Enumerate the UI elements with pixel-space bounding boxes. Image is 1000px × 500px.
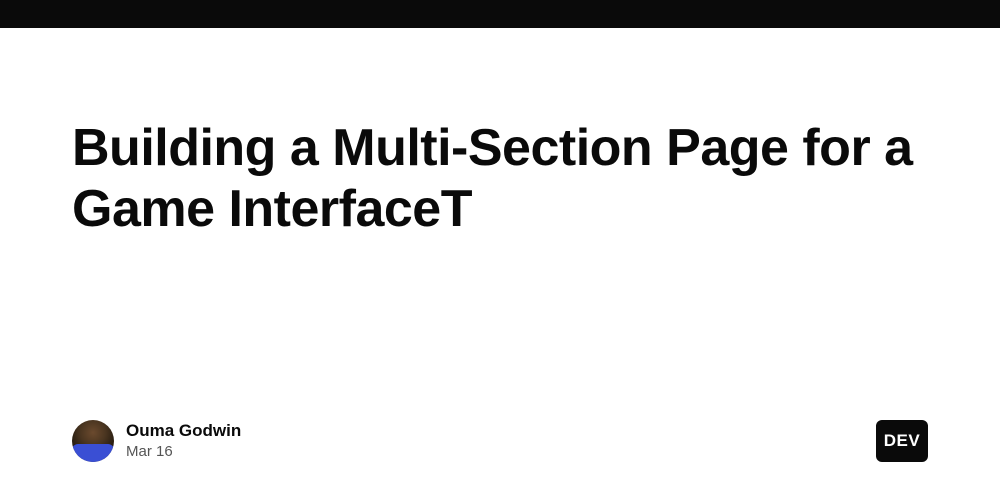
author-name[interactable]: Ouma Godwin [126, 421, 241, 441]
author-avatar[interactable] [72, 420, 114, 462]
post-date: Mar 16 [126, 443, 241, 461]
dev-logo-badge[interactable]: DEV [876, 420, 928, 462]
footer-row: Ouma Godwin Mar 16 DEV [72, 420, 928, 500]
author-text: Ouma Godwin Mar 16 [126, 421, 241, 461]
top-bar [0, 0, 1000, 28]
author-block[interactable]: Ouma Godwin Mar 16 [72, 420, 241, 462]
article-title: Building a Multi-Section Page for a Game… [72, 118, 928, 241]
content-area: Building a Multi-Section Page for a Game… [0, 28, 1000, 500]
